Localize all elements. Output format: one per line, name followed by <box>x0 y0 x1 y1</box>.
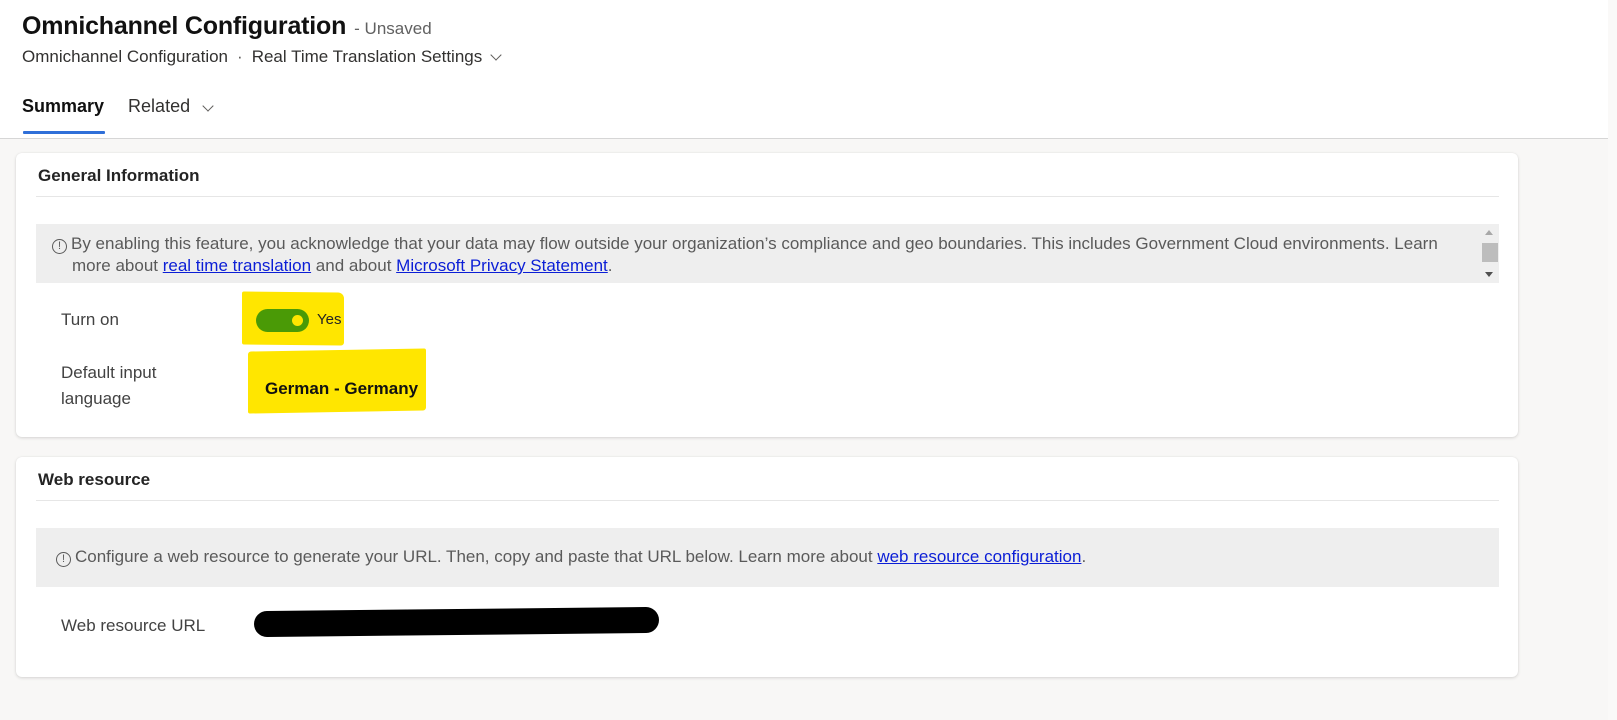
form-header: Omnichannel Configuration - Unsaved Omni… <box>0 0 1608 139</box>
divider <box>36 500 1499 501</box>
save-status: - Unsaved <box>354 19 432 38</box>
notice-text: . <box>607 256 613 275</box>
tab-related-label: Related <box>128 96 191 116</box>
title-row: Omnichannel Configuration - Unsaved <box>22 12 432 41</box>
form-name: Real Time Translation Settings <box>251 47 483 66</box>
real-time-translation-link[interactable]: real time translation <box>163 256 311 275</box>
toggle-knob <box>292 315 303 326</box>
notice-text: more about <box>72 256 163 275</box>
info-circle-icon: ! <box>52 239 67 254</box>
page-edge <box>1608 0 1617 720</box>
turn-on-label: Turn on <box>61 310 119 329</box>
notice-text: . <box>1081 547 1087 566</box>
web-resource-notice: ! Configure a web resource to generate yo… <box>36 528 1499 587</box>
scroll-up-arrow-icon[interactable] <box>1485 230 1493 235</box>
default-language-label: Default input language <box>61 363 157 408</box>
section-title: Web resource <box>38 470 151 489</box>
redacted-url-value[interactable] <box>253 606 660 638</box>
notice-scrollbar[interactable] <box>1480 224 1499 283</box>
turn-on-value: Yes <box>317 311 342 328</box>
section-web-resource: Web resource ! Configure a web resource t… <box>16 457 1518 677</box>
chevron-down-icon <box>490 48 502 61</box>
default-language-value[interactable]: German - Germany <box>265 379 418 399</box>
tab-list: Summary Related <box>22 94 236 139</box>
notice-text: and about <box>311 256 397 275</box>
notice-line-2: more about real time translation and abo… <box>52 255 1461 277</box>
scroll-down-arrow-icon[interactable] <box>1485 272 1493 277</box>
info-circle-icon: ! <box>56 552 71 567</box>
divider <box>36 196 1499 197</box>
tab-summary-label: Summary <box>22 96 105 116</box>
web-resource-url-label: Web resource URL <box>61 616 206 635</box>
section-general-information: General Information ! By enabling this fe… <box>16 153 1518 437</box>
compliance-notice: ! By enabling this feature, you acknowled… <box>36 224 1499 283</box>
record-title: Omnichannel Configuration <box>22 12 347 40</box>
subtitle-row: Omnichannel Configuration · Real Time Tr… <box>22 47 502 67</box>
tab-related[interactable]: Related <box>128 94 214 139</box>
privacy-statement-link[interactable]: Microsoft Privacy Statement <box>396 256 608 275</box>
tab-summary[interactable]: Summary <box>22 94 106 139</box>
separator: · <box>237 47 243 66</box>
notice-text: By enabling this feature, you acknowledg… <box>71 234 1438 253</box>
section-title: General Information <box>38 166 200 185</box>
notice-text: Configure a web resource to generate you… <box>75 547 878 566</box>
form-selector[interactable]: Real Time Translation Settings <box>251 47 502 67</box>
scroll-thumb[interactable] <box>1482 243 1498 262</box>
entity-name: Omnichannel Configuration <box>22 47 229 66</box>
turn-on-toggle[interactable] <box>256 309 309 332</box>
web-resource-configuration-link[interactable]: web resource configuration <box>877 547 1081 566</box>
chevron-down-icon <box>202 100 214 112</box>
